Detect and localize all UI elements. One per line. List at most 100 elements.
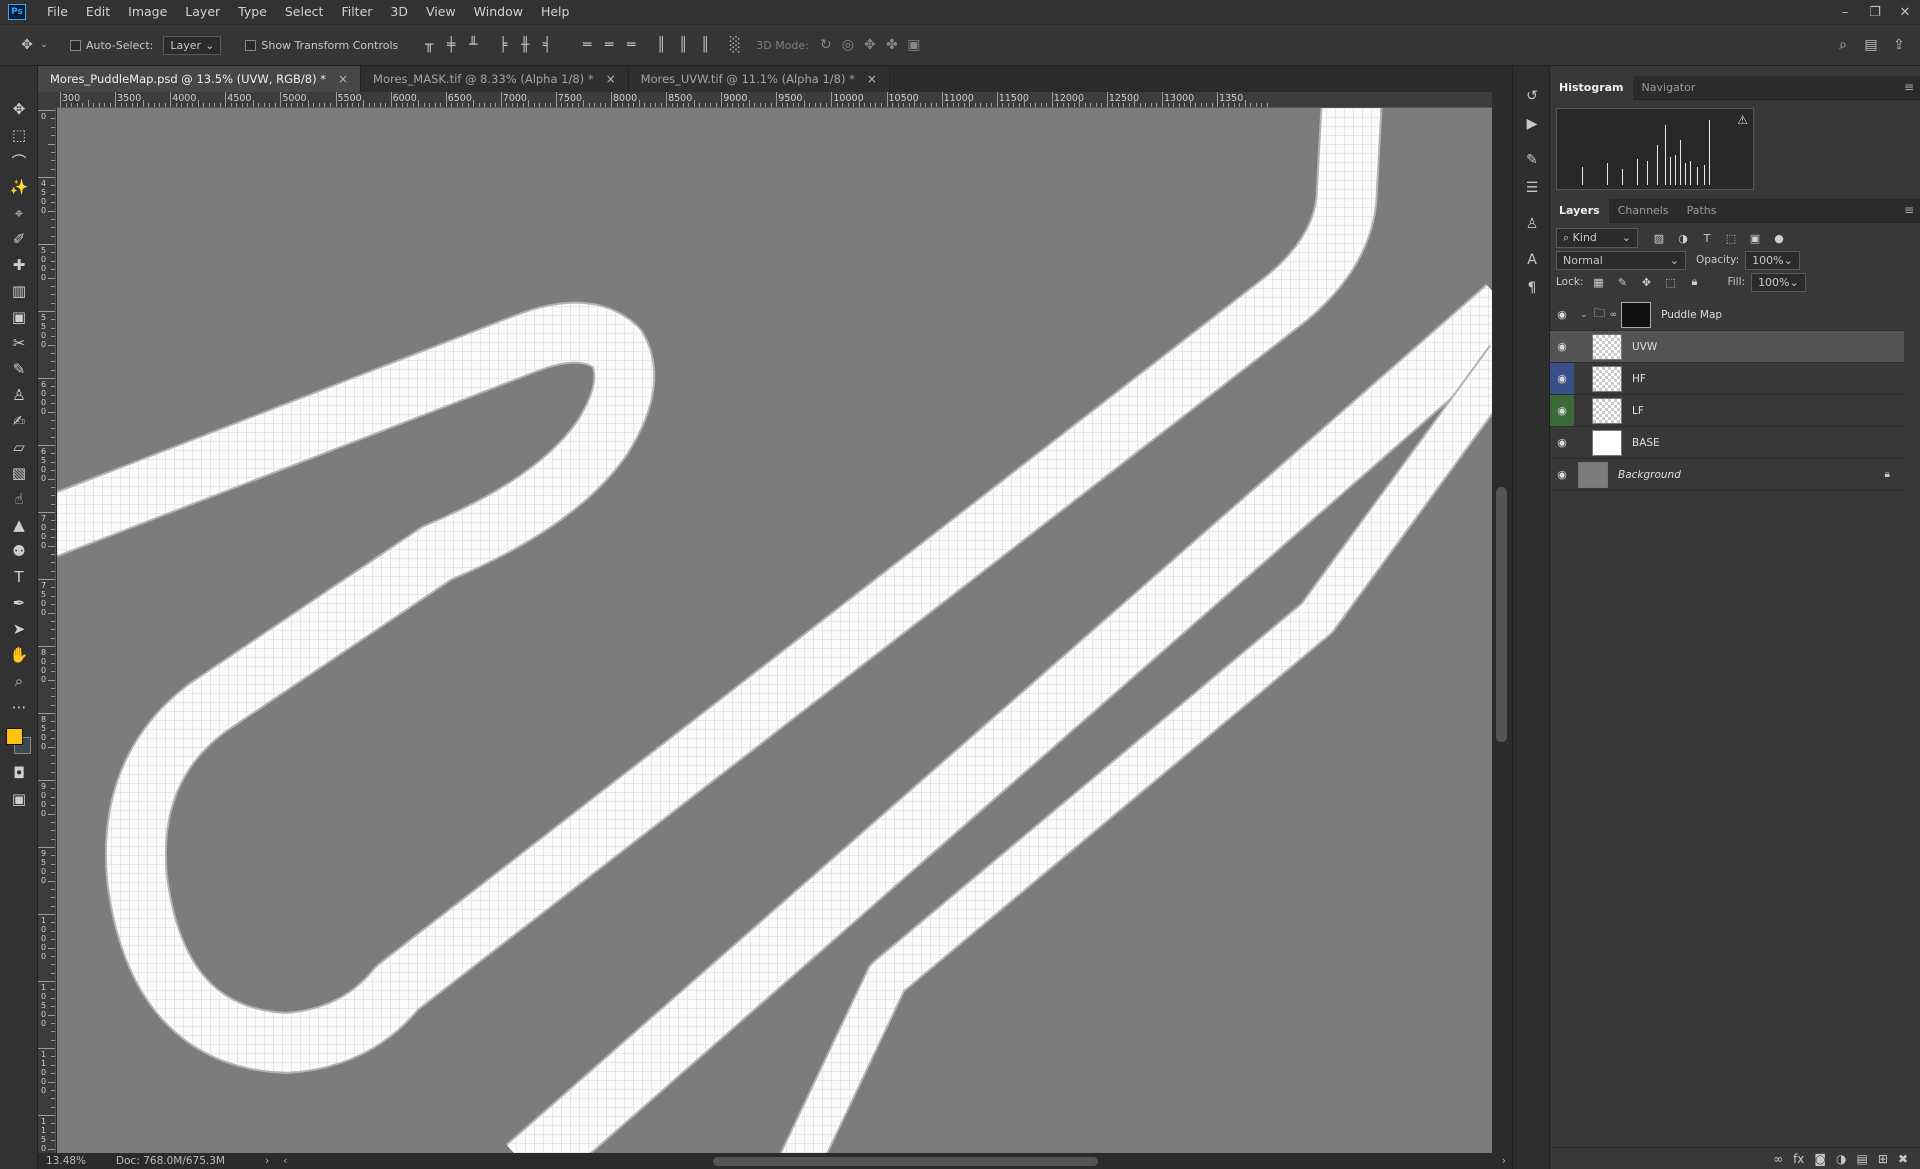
eyedropper-tool-icon[interactable]: ✐ bbox=[0, 226, 38, 252]
lock-transparent-icon[interactable]: ▦ bbox=[1589, 273, 1607, 291]
visibility-eye-icon[interactable]: ◉ bbox=[1550, 331, 1574, 362]
panel-menu-icon[interactable]: ≡ bbox=[1904, 203, 1914, 217]
new-layer-icon[interactable]: ⊞ bbox=[1878, 1152, 1888, 1166]
scroll-right-icon[interactable]: › bbox=[1502, 1155, 1506, 1167]
pen-tool-icon[interactable]: ✒ bbox=[0, 590, 38, 616]
align-top-icon[interactable]: ╥ bbox=[418, 34, 440, 56]
3d-scale-icon[interactable]: ▣ bbox=[903, 34, 925, 56]
delete-layer-icon[interactable]: ✖ bbox=[1898, 1152, 1908, 1166]
path-selection-tool-icon[interactable]: ➤ bbox=[0, 616, 38, 642]
scissors-tool-icon[interactable]: ✂ bbox=[0, 330, 38, 356]
frame-tool-icon[interactable]: ▣ bbox=[0, 304, 38, 330]
menu-image[interactable]: Image bbox=[119, 0, 176, 24]
status-arrow-icon[interactable]: › bbox=[265, 1155, 269, 1167]
tab-navigator[interactable]: Navigator bbox=[1633, 76, 1705, 100]
visibility-eye-icon[interactable]: ◉ bbox=[1550, 427, 1574, 458]
warning-icon[interactable]: ⚠ bbox=[1737, 113, 1748, 127]
layer-row-lf[interactable]: ◉ LF bbox=[1550, 395, 1904, 427]
filter-type-icon[interactable]: T bbox=[1698, 229, 1716, 247]
chevron-down-icon[interactable]: ⌄ bbox=[38, 34, 50, 56]
filter-adjustment-icon[interactable]: ◑ bbox=[1674, 229, 1692, 247]
more-tools-icon[interactable]: ⋯ bbox=[0, 694, 38, 720]
horizontal-ruler[interactable]: 300 3500 4000 4500 5000 5500 6000 6500 7000 7500 8… bbox=[56, 92, 1497, 108]
healing-brush-tool-icon[interactable]: ✚ bbox=[0, 252, 38, 278]
close-tab-icon[interactable]: × bbox=[867, 72, 877, 86]
workspace-icon[interactable]: ▤ bbox=[1860, 34, 1882, 56]
lock-position-icon[interactable]: ✥ bbox=[1637, 273, 1655, 291]
visibility-eye-icon[interactable]: ◉ bbox=[1550, 363, 1574, 394]
align-bottom-icon[interactable]: ╨ bbox=[462, 34, 484, 56]
vertical-scrollbar[interactable] bbox=[1492, 92, 1512, 1153]
menu-3d[interactable]: 3D bbox=[381, 0, 417, 24]
brush-settings-icon[interactable]: ✎ bbox=[1513, 146, 1551, 174]
tab-channels[interactable]: Channels bbox=[1609, 199, 1678, 223]
filter-shape-icon[interactable]: ⬚ bbox=[1722, 229, 1740, 247]
sharpen-tool-icon[interactable]: ▲ bbox=[0, 512, 38, 538]
crop-tool-icon[interactable]: ⌖ bbox=[0, 200, 38, 226]
close-icon[interactable]: ✕ bbox=[1896, 3, 1914, 21]
panel-menu-icon[interactable]: ≡ bbox=[1904, 80, 1914, 94]
scroll-left-icon[interactable]: ‹ bbox=[283, 1155, 287, 1167]
menu-window[interactable]: Window bbox=[465, 0, 532, 24]
menu-select[interactable]: Select bbox=[276, 0, 333, 24]
history-panel-icon[interactable]: ↺ bbox=[1513, 82, 1551, 110]
3d-roll-icon[interactable]: ◎ bbox=[837, 34, 859, 56]
auto-select-target-dropdown[interactable]: Layer ⌄ bbox=[163, 35, 222, 55]
distribute-left-icon[interactable]: ║ bbox=[650, 34, 672, 56]
distribute-right-icon[interactable]: ║ bbox=[694, 34, 716, 56]
zoom-tool-icon[interactable]: ⌕ bbox=[0, 668, 38, 694]
menu-file[interactable]: File bbox=[38, 0, 77, 24]
tab-uvw[interactable]: Mores_UVW.tif @ 11.1% (Alpha 1/8) * × bbox=[628, 66, 890, 92]
layer-row-uvw[interactable]: ◉ UVW bbox=[1550, 331, 1904, 363]
visibility-eye-icon[interactable]: ◉ bbox=[1550, 299, 1574, 330]
blend-mode-dropdown[interactable]: Normal ⌄ bbox=[1556, 250, 1686, 270]
filter-toggle-icon[interactable]: ● bbox=[1770, 229, 1788, 247]
brush-tool-icon[interactable]: ✎ bbox=[0, 356, 38, 382]
restore-icon[interactable]: ❐ bbox=[1866, 3, 1884, 21]
tab-paths[interactable]: Paths bbox=[1678, 199, 1726, 223]
menu-layer[interactable]: Layer bbox=[176, 0, 229, 24]
tab-layers[interactable]: Layers bbox=[1550, 198, 1609, 223]
3d-pan-icon[interactable]: ✥ bbox=[859, 34, 881, 56]
tab-puddlemap[interactable]: Mores_PuddleMap.psd @ 13.5% (UVW, RGB/8)… bbox=[38, 66, 362, 92]
foreground-color-swatch[interactable] bbox=[6, 728, 23, 745]
marquee-tool-icon[interactable]: ⬚ bbox=[0, 122, 38, 148]
magic-wand-tool-icon[interactable]: ✨ bbox=[0, 174, 38, 200]
3d-orbit-icon[interactable]: ↻ bbox=[815, 34, 837, 56]
search-icon[interactable]: ⌕ bbox=[1832, 34, 1854, 56]
show-transform-checkbox[interactable]: Show Transform Controls bbox=[245, 39, 398, 52]
menu-view[interactable]: View bbox=[417, 0, 465, 24]
tab-histogram[interactable]: Histogram bbox=[1550, 75, 1633, 100]
distribute-bottom-icon[interactable]: ═ bbox=[620, 34, 642, 56]
move-tool-icon[interactable]: ✥ bbox=[0, 96, 38, 122]
close-tab-icon[interactable]: × bbox=[338, 72, 348, 86]
filter-smart-object-icon[interactable]: ▣ bbox=[1746, 229, 1764, 247]
ruler-origin[interactable] bbox=[38, 92, 56, 108]
type-tool-icon[interactable]: T bbox=[0, 564, 38, 590]
menu-filter[interactable]: Filter bbox=[332, 0, 381, 24]
smudge-tool-icon[interactable]: ☝ bbox=[0, 486, 38, 512]
auto-select-checkbox[interactable]: Auto-Select: bbox=[70, 39, 153, 52]
move-tool-preset-icon[interactable]: ✥ bbox=[16, 34, 38, 56]
layer-row-puddle-map[interactable]: ◉ ⌄ 🗀︎ ∞ Puddle Map bbox=[1550, 299, 1904, 331]
align-vcenter-icon[interactable]: ╪ bbox=[440, 34, 462, 56]
checkbox-box[interactable] bbox=[245, 39, 257, 51]
3d-slide-icon[interactable]: ✤ bbox=[881, 34, 903, 56]
menu-type[interactable]: Type bbox=[229, 0, 276, 24]
filter-kind-dropdown[interactable]: ⌕ Kind ⌄ bbox=[1556, 228, 1638, 248]
layer-row-background[interactable]: ◉ Background 🔒︎ bbox=[1550, 459, 1904, 491]
lock-image-icon[interactable]: ✎ bbox=[1613, 273, 1631, 291]
layer-row-base[interactable]: ◉ BASE bbox=[1550, 427, 1904, 459]
fill-field[interactable]: 100% ⌄ bbox=[1751, 272, 1806, 292]
adjustments-icon[interactable]: ☰ bbox=[1513, 174, 1551, 202]
layer-row-hf[interactable]: ◉ HF bbox=[1550, 363, 1904, 395]
new-group-icon[interactable]: ▤ bbox=[1857, 1152, 1868, 1166]
group-mask-thumbnail[interactable] bbox=[1621, 301, 1652, 328]
lock-all-icon[interactable]: 🔒︎ bbox=[1685, 273, 1703, 291]
lock-artboard-icon[interactable]: ⬚ bbox=[1661, 273, 1679, 291]
auto-align-icon[interactable]: ░ bbox=[724, 34, 746, 56]
actions-panel-icon[interactable]: ▶ bbox=[1513, 110, 1551, 138]
vertical-scroll-thumb[interactable] bbox=[1496, 487, 1507, 742]
share-icon[interactable]: ⇪ bbox=[1888, 34, 1910, 56]
visibility-eye-icon[interactable]: ◉ bbox=[1550, 459, 1574, 490]
